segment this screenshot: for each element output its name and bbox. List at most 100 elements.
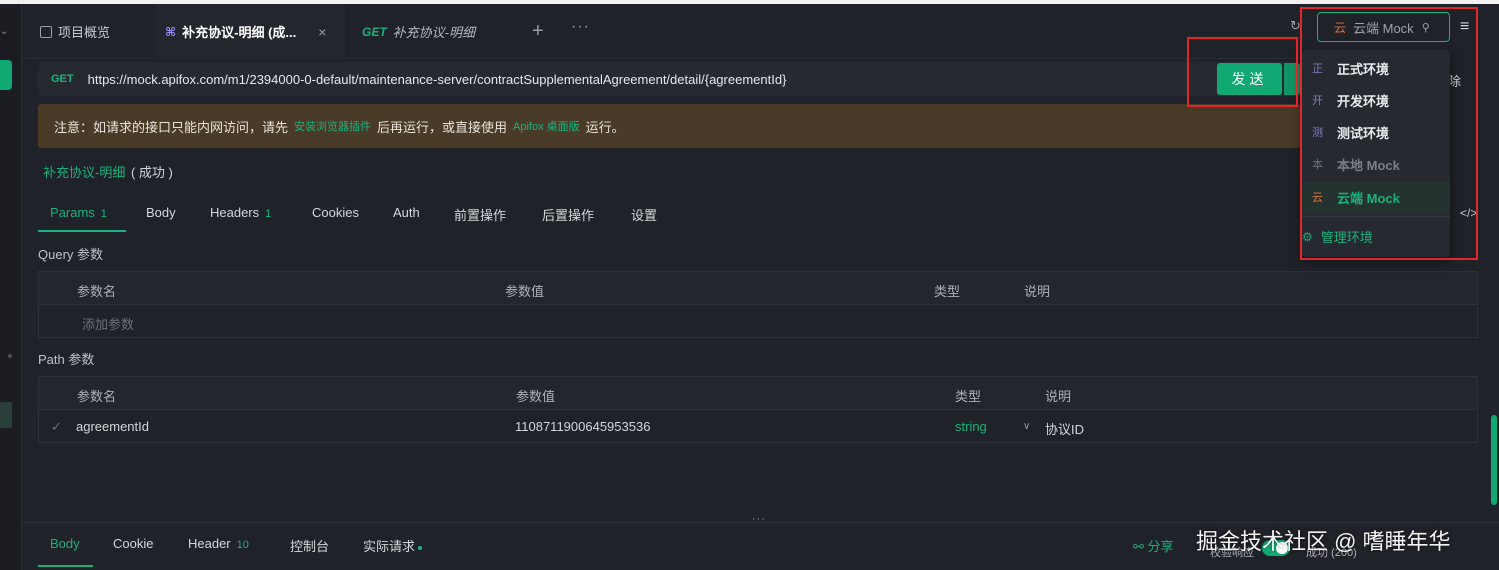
count-badge: 1 (100, 208, 107, 220)
tab-second-request[interactable]: GET 补充协议-明细 (362, 4, 475, 59)
tab-actual-request[interactable]: 实际请求 (363, 536, 423, 555)
query-params-title: Query 参数 (38, 247, 104, 262)
param-type-select[interactable]: string (955, 419, 987, 434)
gear-icon: ⚙ (1302, 229, 1313, 244)
env-label: 测试环境 (1337, 125, 1390, 141)
env-label: 开发环境 (1337, 93, 1390, 109)
request-subtabs: Params 1 Body Headers 1 Cookies Auth 前置操作 … (38, 196, 1478, 232)
env-current-label: 云端 Mock (1353, 20, 1414, 36)
share-button[interactable]: ⚯ 分享 (1133, 536, 1174, 555)
param-value[interactable]: 1108711900645953536 (515, 419, 650, 434)
env-badge: 开 (1312, 95, 1323, 107)
overview-icon (40, 25, 52, 38)
env-item-testing[interactable]: 测 测试环境 (1302, 117, 1450, 147)
url-input[interactable]: https://mock.apifox.com/m1/2394000-0-def… (88, 72, 787, 87)
url-bar[interactable]: GET https://mock.apifox.com/m1/2394000-0… (38, 62, 1200, 96)
tab-label: 前置操作 (454, 208, 507, 223)
env-item-production[interactable]: 正 正式环境 (1302, 53, 1450, 83)
manage-label: 管理环境 (1320, 230, 1373, 245)
tab-label: Params (50, 205, 95, 220)
check-icon[interactable]: ✓ (51, 419, 62, 435)
tab-response-cookie[interactable]: Cookie (113, 536, 153, 551)
env-item-cloud-mock[interactable]: 云 云端 Mock (1302, 181, 1450, 213)
tab-response-header[interactable]: Header 10 (188, 536, 249, 551)
menu-divider (1302, 216, 1450, 217)
breadcrumb-link[interactable]: 补充协议-明细 (43, 165, 125, 180)
send-button[interactable]: 发送 (1217, 63, 1282, 95)
column-header: 类型 (955, 389, 982, 404)
manage-environments-button[interactable]: ⚙ 管理环境 (1302, 227, 1373, 246)
add-param-row[interactable]: 添加参数 (39, 305, 1477, 337)
notice-text: 注意：如请求的接口只能内网访问，请先 (54, 119, 289, 135)
env-badge: 本 (1312, 159, 1323, 171)
refresh-icon[interactable]: ↻ (1290, 18, 1301, 34)
tab-label: Body (146, 205, 176, 220)
table-header: 参数名 参数值 类型 说明 (39, 377, 1477, 410)
chevron-down-icon[interactable]: ∨ (1023, 421, 1030, 432)
tab-settings[interactable]: 设置 (631, 205, 657, 224)
tab-label: 后置操作 (542, 208, 595, 223)
env-label: 正式环境 (1337, 61, 1390, 77)
environment-menu: 正 正式环境 开 开发环境 测 测试环境 本 本地 Mock 云 云端 Mock… (1302, 50, 1450, 257)
tab-label: Cookie (113, 536, 154, 551)
send-dropdown-button[interactable] (1284, 63, 1300, 95)
tab-label: Headers (210, 205, 260, 220)
breadcrumb-status: ( 成功 ) (130, 165, 173, 180)
sidebar-active-indicator[interactable] (0, 60, 12, 90)
query-params-table: 参数名 参数值 类型 说明 添加参数 (38, 271, 1478, 338)
tab-pre-actions[interactable]: 前置操作 (454, 205, 506, 224)
tab-active-request[interactable]: ⌘ 补充协议-明细 (成... × (155, 4, 345, 59)
add-param-input[interactable]: 添加参数 (82, 314, 134, 333)
tab-body[interactable]: Body (146, 205, 176, 220)
more-tabs-button[interactable]: ··· (571, 18, 590, 36)
sidebar-selected-item[interactable] (0, 402, 12, 428)
tab-label: 补充协议-明细 (成... (182, 25, 297, 40)
env-badge: 云 (1312, 192, 1323, 204)
share-icon: ⚯ (1133, 539, 1144, 554)
search-icon: ⚲ (1421, 21, 1430, 34)
sidebar-dot (8, 354, 12, 358)
active-tab-underline (38, 565, 93, 567)
column-header: 类型 (934, 284, 961, 299)
env-label: 本地 Mock (1337, 157, 1400, 173)
tab-console[interactable]: 控制台 (290, 536, 329, 555)
breadcrumb: 补充协议-明细 ( 成功 ) (43, 162, 173, 181)
tab-post-actions[interactable]: 后置操作 (542, 205, 594, 224)
environment-select[interactable]: 云 云端 Mock ⚲ (1317, 12, 1450, 42)
close-icon[interactable]: × (318, 24, 326, 40)
method-badge: GET (362, 24, 387, 39)
status-dot (418, 545, 423, 550)
tab-project-overview[interactable]: 项目概览 (40, 4, 110, 59)
tab-auth[interactable]: Auth (393, 205, 420, 220)
active-tab-underline (38, 230, 126, 232)
tab-label: 补充协议-明细 (392, 25, 476, 40)
code-icon[interactable]: </> (1460, 206, 1477, 220)
intranet-notice: 注意：如请求的接口只能内网访问，请先 安装浏览器插件 后再运行，或直接使用 Ap… (38, 104, 1300, 148)
request-link-icon: ⌘ (165, 24, 177, 39)
count-badge: 10 (236, 539, 249, 551)
install-plugin-link[interactable]: 安装浏览器插件 (294, 118, 371, 134)
env-item-local-mock[interactable]: 本 本地 Mock (1302, 149, 1450, 179)
count-badge: 1 (265, 208, 272, 220)
env-badge: 正 (1312, 63, 1323, 75)
tab-response-body[interactable]: Body (50, 536, 80, 551)
column-header: 参数值 (516, 389, 556, 404)
param-name[interactable]: agreementId (76, 419, 149, 434)
param-description[interactable]: 协议ID (1045, 419, 1084, 438)
env-badge: 云 (1334, 20, 1347, 35)
path-params-title: Path 参数 (38, 352, 95, 367)
add-tab-button[interactable]: + (532, 20, 544, 43)
column-header: 说明 (1024, 284, 1051, 299)
env-item-development[interactable]: 开 开发环境 (1302, 85, 1450, 115)
table-row: ✓ agreementId 1108711900645953536 string… (39, 410, 1477, 442)
notice-text: 运行。 (585, 119, 625, 135)
tab-cookies[interactable]: Cookies (312, 205, 359, 220)
tab-headers[interactable]: Headers 1 (210, 205, 271, 220)
watermark: 掘金技术社区 @ 嗜睡年华 (1196, 529, 1451, 554)
tab-label: Body (50, 536, 80, 551)
desktop-app-link[interactable]: Apifox 桌面版 (513, 118, 580, 134)
scrollbar-thumb[interactable] (1491, 415, 1497, 505)
chevron-down-icon[interactable]: ⌄ (0, 26, 8, 37)
menu-icon[interactable]: ≡ (1460, 18, 1469, 36)
tab-params[interactable]: Params 1 (50, 205, 107, 220)
